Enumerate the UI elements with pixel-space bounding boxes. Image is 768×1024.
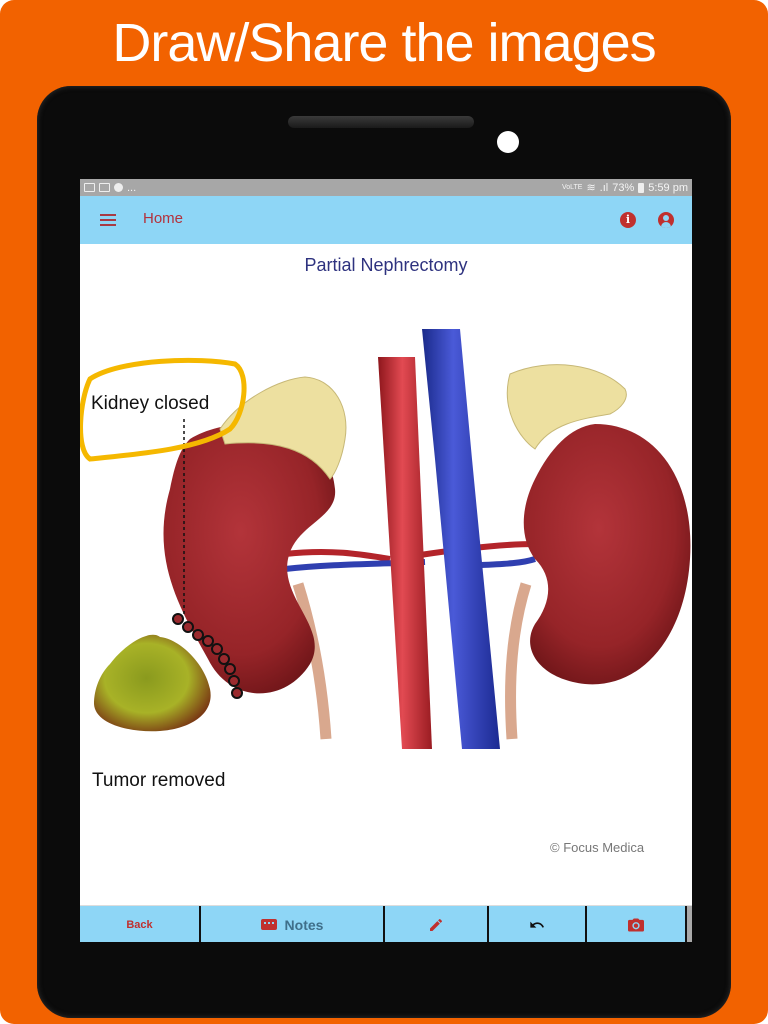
app-bar: Home i [80,196,692,244]
promo-headline: Draw/Share the images [112,13,656,73]
notes-button[interactable]: Notes [201,906,385,942]
battery-icon [638,182,645,193]
right-kidney [523,424,691,685]
undo-icon [530,921,544,928]
copyright-text: © Focus Medica [550,840,645,855]
app-bar-title: Home [143,210,184,227]
back-label: Back [126,918,153,931]
tumor [94,634,211,732]
tablet-speaker [288,116,474,128]
app-screen: ... VoLTE ≋ .ıl 73% 5:59 pm Home i Parti… [80,179,692,942]
undo-button[interactable] [489,906,587,942]
network-icon: VoLTE [561,184,583,191]
notes-label: Notes [284,916,324,933]
status-overflow: ... [127,181,137,194]
draw-button[interactable] [385,906,489,942]
page-title: Partial Nephrectomy [304,255,468,275]
image-notification-icon [84,183,95,192]
battery-percent: 73% [612,181,635,194]
renal-artery-left [284,548,391,562]
pencil-icon [430,918,443,931]
status-time: 5:59 pm [648,181,688,194]
status-bar: ... VoLTE ≋ .ıl 73% 5:59 pm [80,179,692,196]
hamburger-menu-icon[interactable] [100,214,116,226]
camera-button[interactable] [587,906,687,942]
keyboard-icon [260,919,277,930]
camera-icon [628,917,644,932]
kidney-closed-label: Kidney closed [91,393,210,414]
vena-cava [422,329,500,749]
signal-icon: .ıl [599,181,609,194]
messenger-icon [114,183,123,192]
tumor-removed-label: Tumor removed [92,770,226,791]
bottom-toolbar: Back Notes [80,905,692,942]
kidney-illustration[interactable] [80,319,692,769]
tablet-camera [497,131,519,153]
toolbar-edge [687,906,692,942]
info-icon[interactable]: i [620,212,636,228]
gmail-icon [99,183,110,192]
promo-background: Draw/Share the images ... VoLTE ≋ .ıl 73… [0,0,768,1024]
account-icon[interactable] [658,212,674,228]
wifi-icon: ≋ [586,182,596,194]
right-ureter [505,582,532,740]
back-button[interactable]: Back [80,906,201,942]
